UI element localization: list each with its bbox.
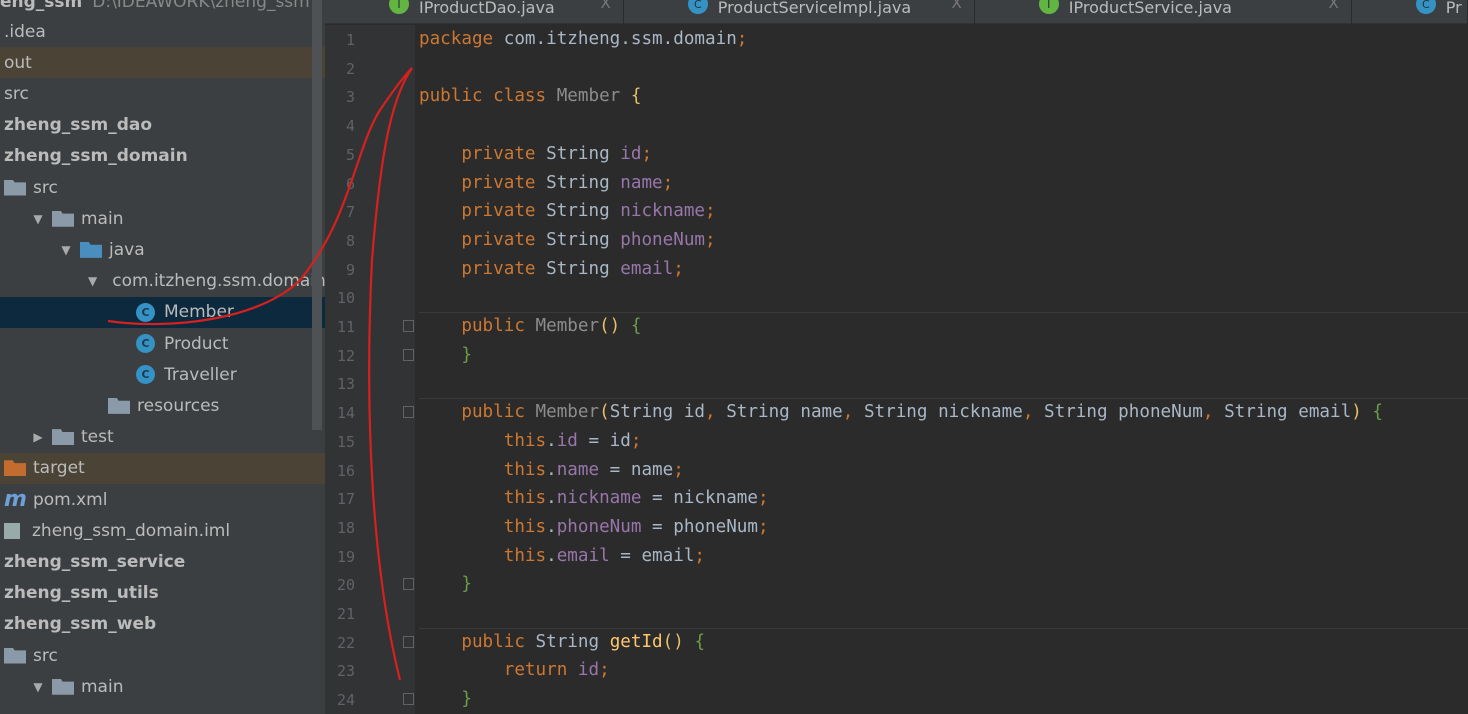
annotation-arrow-line bbox=[107, 67, 413, 681]
red-annotation-stroke bbox=[107, 67, 413, 681]
